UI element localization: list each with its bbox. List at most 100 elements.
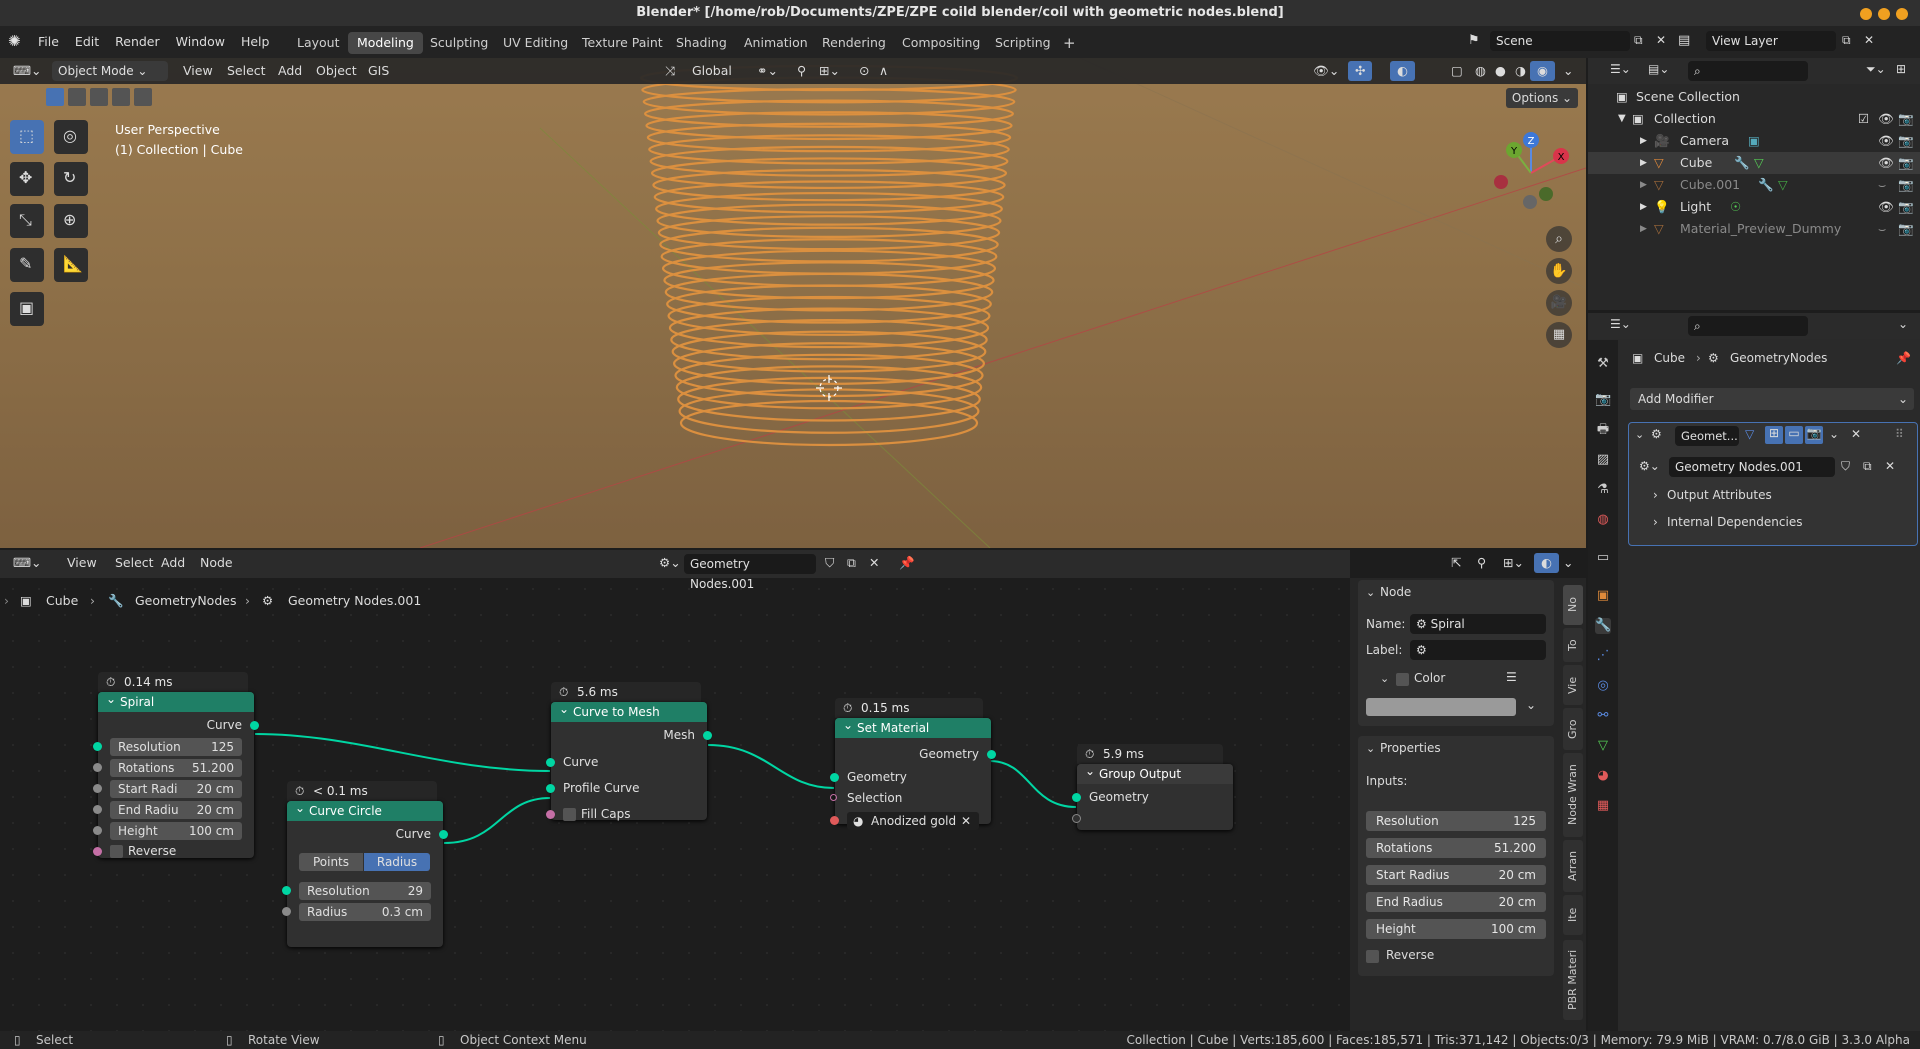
- node-group-fake-user-icon[interactable]: ⛉: [1841, 459, 1850, 474]
- view-layer-field[interactable]: View Layer: [1706, 31, 1836, 51]
- outliner-item-camera[interactable]: ▶ 🎥 Camera ▣ 👁 📷: [1588, 130, 1920, 152]
- node-tree-field[interactable]: Geometry Nodes.001: [684, 554, 816, 591]
- circle-mode-radius[interactable]: Radius: [364, 853, 430, 871]
- cube-eye-icon[interactable]: 👁: [1878, 152, 1894, 174]
- vp-menu-add[interactable]: Add: [271, 61, 309, 81]
- ortho-grid-icon[interactable]: ▦: [1546, 322, 1572, 348]
- gizmo-toggle-icon[interactable]: ✣: [1348, 61, 1373, 81]
- spiral-start-radius[interactable]: Start Radi 20 cm: [93, 778, 254, 799]
- tool-tab-icon[interactable]: ⚒: [1595, 356, 1611, 372]
- output-attributes-panel[interactable]: Output Attributes: [1667, 488, 1772, 502]
- circle-resolution[interactable]: Resolution 29: [282, 880, 443, 901]
- modifier-render-icon[interactable]: 📷: [1805, 426, 1823, 444]
- tab-layout[interactable]: Layout: [288, 32, 349, 54]
- dummy-render-icon[interactable]: 📷: [1898, 218, 1914, 240]
- properties-panel-title[interactable]: Properties: [1380, 741, 1441, 755]
- sidebar-tab-item[interactable]: Ite: [1563, 895, 1583, 935]
- particles-tab-icon[interactable]: ⋰: [1595, 648, 1611, 664]
- tab-modeling[interactable]: Modeling: [348, 32, 423, 54]
- modifier-tab-icon[interactable]: 🔧: [1595, 618, 1611, 634]
- setmat-out-socket[interactable]: [987, 750, 996, 759]
- menu-window[interactable]: Window: [168, 26, 233, 58]
- outliner-editor-icon[interactable]: ☰⌄: [1610, 62, 1631, 76]
- dummy-eye-icon[interactable]: ⌣: [1878, 218, 1886, 240]
- vp-menu-view[interactable]: View: [176, 61, 220, 81]
- vp-menu-gis[interactable]: GIS: [361, 61, 396, 81]
- scene-tab-icon[interactable]: ⚗: [1595, 482, 1611, 498]
- data-tab-icon[interactable]: ▽: [1595, 738, 1611, 754]
- sb-start-radius-field[interactable]: Start Radius 20 cm: [1366, 865, 1546, 885]
- sidebar-tab-view[interactable]: Vie: [1563, 665, 1583, 705]
- output-geometry-socket[interactable]: [1072, 793, 1081, 802]
- sb-height-field[interactable]: Height 100 cm: [1366, 919, 1546, 939]
- output-node-title[interactable]: Group Output: [1077, 761, 1233, 784]
- new-scene-icon[interactable]: ⧉: [1634, 33, 1643, 48]
- world-tab-icon[interactable]: ◍: [1595, 512, 1611, 528]
- display-mode-icon[interactable]: ▤⌄: [1648, 62, 1669, 76]
- visibility-icon[interactable]: 👁⌄: [1306, 61, 1346, 81]
- props-pin-icon[interactable]: 📌: [1896, 351, 1911, 365]
- cube001-render-icon[interactable]: 📷: [1898, 174, 1914, 196]
- set-material-node[interactable]: Set Material Geometry Geometry Selection…: [828, 715, 996, 830]
- cube001-eye-icon[interactable]: ⌣: [1878, 174, 1886, 196]
- filter-icon[interactable]: ⏷⌄: [1866, 62, 1886, 77]
- collection-render-icon[interactable]: 📷: [1898, 108, 1914, 130]
- transform-orientation-dropdown[interactable]: Global: [685, 61, 739, 81]
- parent-tree-icon[interactable]: ⇱: [1444, 553, 1468, 573]
- curve-to-mesh-node[interactable]: Curve to Mesh Mesh Curve Profile Curve F…: [546, 699, 712, 821]
- collection-eye-icon[interactable]: 👁: [1878, 108, 1894, 130]
- color-checkbox[interactable]: [1396, 673, 1409, 686]
- spiral-rotations[interactable]: Rotations 51.200: [93, 757, 254, 778]
- fill-caps-checkbox[interactable]: [563, 808, 576, 821]
- material-tab-icon[interactable]: ◕: [1595, 768, 1611, 784]
- ne-snap-target-icon[interactable]: ⊞⌄: [1496, 553, 1531, 573]
- circle-radius[interactable]: Radius 0.3 cm: [282, 901, 443, 922]
- sb-end-radius-field[interactable]: End Radius 20 cm: [1366, 892, 1546, 912]
- minimize-button[interactable]: [1860, 8, 1872, 20]
- spiral-node[interactable]: Spiral Curve Resolution125 Rotations51.2…: [93, 689, 259, 858]
- sidebar-tab-arrange[interactable]: Arran: [1563, 840, 1583, 892]
- mode-dropdown[interactable]: Object Mode ⌄: [52, 61, 168, 81]
- select-intersect-icon[interactable]: [134, 88, 152, 106]
- unlink-tree-icon[interactable]: ✕: [862, 553, 886, 573]
- tab-scripting[interactable]: Scripting: [986, 32, 1060, 54]
- vp-menu-object[interactable]: Object: [309, 61, 364, 81]
- navigation-gizmo[interactable]: Z Y X: [1486, 128, 1576, 218]
- overlay-toggle-icon[interactable]: ◐: [1390, 61, 1415, 81]
- modifier-editmode-icon[interactable]: ▽: [1745, 427, 1754, 441]
- spiral-reverse[interactable]: Reverse: [93, 841, 254, 862]
- view-layer-icon[interactable]: ▤: [1678, 33, 1690, 48]
- duplicate-tree-icon[interactable]: ⧉: [840, 553, 863, 573]
- outliner-item-cube-001[interactable]: ▶ ▽ Cube.001 🔧 ▽ ⌣ 📷: [1588, 174, 1920, 196]
- group-output-node[interactable]: Group Output Geometry: [1072, 761, 1233, 830]
- texture-tab-icon[interactable]: ▦: [1595, 798, 1611, 814]
- circle-curve-socket[interactable]: [439, 830, 448, 839]
- node-group-duplicate-icon[interactable]: ⧉: [1863, 459, 1872, 474]
- rotate-tool[interactable]: ↻: [54, 162, 88, 196]
- select-box-tool[interactable]: ⬚: [10, 120, 44, 154]
- ne-menu-select[interactable]: Select: [108, 553, 161, 573]
- collection-tab-icon[interactable]: ▭: [1595, 550, 1611, 566]
- modifier-collapse-icon[interactable]: ⌄: [1635, 428, 1644, 441]
- outliner[interactable]: ☰⌄ ▤⌄ ⌕ ⏷⌄ ⊞ ▣ Scene Collection ▼ ▣ Collect…: [1588, 58, 1920, 310]
- modifier-drag-icon[interactable]: ⠿: [1895, 427, 1904, 441]
- tab-uv-editing[interactable]: UV Editing: [494, 32, 577, 54]
- spiral-end-radius[interactable]: End Radiu 20 cm: [93, 799, 254, 820]
- options-dropdown[interactable]: Options ⌄: [1506, 88, 1578, 108]
- props-editor-icon[interactable]: ☰⌄: [1610, 317, 1631, 331]
- select-invert-icon[interactable]: [112, 88, 130, 106]
- delete-view-layer-icon[interactable]: ✕: [1864, 33, 1874, 47]
- pin-icon[interactable]: 📌: [892, 553, 922, 573]
- camera-eye-icon[interactable]: 👁: [1878, 130, 1894, 152]
- menu-edit[interactable]: Edit: [67, 26, 107, 58]
- camera-view-icon[interactable]: 🎥: [1546, 290, 1572, 316]
- internal-dependencies-panel[interactable]: Internal Dependencies: [1667, 515, 1802, 529]
- physics-tab-icon[interactable]: ◎: [1595, 678, 1611, 694]
- collection-checkbox-icon[interactable]: ☑: [1858, 108, 1869, 130]
- light-render-icon[interactable]: 📷: [1898, 196, 1914, 218]
- sidebar-tab-node[interactable]: No: [1563, 585, 1583, 625]
- tab-animation[interactable]: Animation: [735, 32, 817, 54]
- new-view-layer-icon[interactable]: ⧉: [1842, 33, 1851, 48]
- node-group-type-icon[interactable]: ⚙⌄: [1639, 459, 1660, 473]
- modifier-name-field[interactable]: Geomet...: [1675, 426, 1739, 446]
